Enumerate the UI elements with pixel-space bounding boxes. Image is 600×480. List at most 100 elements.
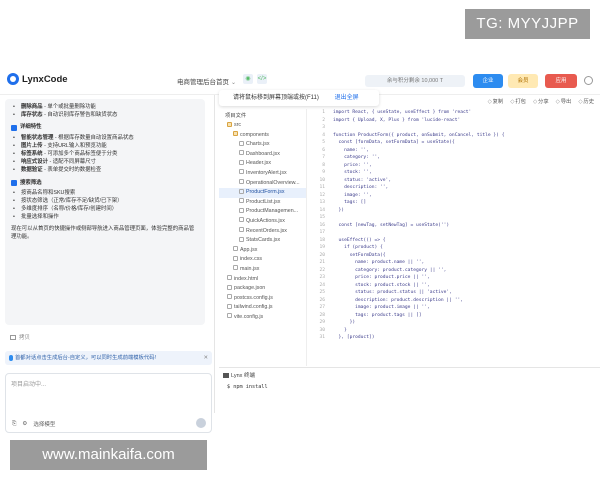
section-heading: 搜索筛选 bbox=[11, 179, 199, 187]
code-line: 14 }) bbox=[319, 207, 345, 213]
folder-icon bbox=[233, 131, 238, 137]
bullet-item: 按状态筛选（正常/库存不足/缺货/已下架） bbox=[11, 197, 199, 205]
file-item[interactable]: vite.config.js bbox=[219, 313, 306, 323]
file-icon bbox=[239, 140, 244, 146]
editor-action-2[interactable]: 分享 bbox=[533, 97, 549, 105]
file-icon bbox=[227, 275, 232, 280]
code-line: 31 }, [product]) bbox=[319, 335, 375, 340]
file-icon bbox=[227, 313, 232, 319]
section-heading: 详细特性 bbox=[11, 123, 199, 131]
file-item[interactable]: package.json bbox=[219, 284, 306, 294]
bullet-item: 多维度排序（名称/价格/库存/创建时间） bbox=[11, 205, 199, 213]
bullet-item: 响应式设计 - 适配不同屏幕尺寸 bbox=[11, 158, 199, 166]
credits-badge: 余与积分剩余 10,000 T bbox=[365, 75, 465, 87]
app-window: LynxCode 电商管理后台首页 ⌄ ◉ </> 余与积分剩余 10,000 T… bbox=[0, 65, 600, 433]
chat-input[interactable]: 项目启动中... ⎘ ⚙ 选择模型 bbox=[5, 373, 212, 433]
document-icon bbox=[11, 124, 17, 131]
input-placeholder: 项目启动中... bbox=[11, 382, 47, 388]
editor-action-3[interactable]: 导出 bbox=[556, 97, 572, 105]
terminal-panel[interactable]: Lynx 终端 $ npm install bbox=[219, 367, 600, 413]
code-line: 19 if (product) { bbox=[319, 245, 383, 250]
terminal-line: $ npm install bbox=[227, 384, 268, 390]
attach-icon[interactable]: ⎘ bbox=[12, 421, 16, 428]
editor-action-4[interactable]: 历史 bbox=[578, 97, 594, 105]
bullet-item: 批量选择和操作 bbox=[11, 213, 199, 221]
code-line: 21 name: product.name || '', bbox=[319, 260, 425, 265]
preview-icon[interactable]: ◉ bbox=[243, 74, 253, 84]
file-icon bbox=[233, 255, 238, 261]
file-item[interactable]: main.jsx bbox=[219, 265, 306, 275]
code-line: 26 description: product.description || '… bbox=[319, 297, 463, 303]
file-item[interactable]: QuickActions.jsx bbox=[219, 217, 306, 227]
code-line: 13 tags: [] bbox=[319, 200, 367, 205]
file-icon bbox=[227, 294, 232, 300]
file-icon bbox=[227, 284, 232, 290]
editor-action-0[interactable]: 复制 bbox=[488, 97, 504, 105]
input-tools: ⎘ ⚙ 选择模型 bbox=[12, 420, 55, 429]
file-item[interactable]: postcss.config.js bbox=[219, 294, 306, 304]
settings-icon[interactable]: ⚙ bbox=[22, 421, 27, 427]
app-name: LynxCode bbox=[22, 73, 68, 85]
watermark-top: TG: MYYJJPP bbox=[465, 9, 590, 39]
bullet-item: 图片上传 - 支持URL输入和预览功能 bbox=[11, 142, 199, 150]
file-icon bbox=[239, 179, 244, 185]
file-item[interactable]: ProductForm.jsx bbox=[219, 188, 306, 198]
notice-bar: 首都对话点击生成后台-自定义，可以同时生成前端模板代码! ✕ bbox=[5, 351, 212, 365]
enterprise-button[interactable]: 企业 bbox=[473, 74, 503, 88]
logo[interactable]: LynxCode bbox=[7, 73, 68, 85]
code-line: 23 price: product.price || '', bbox=[319, 275, 430, 280]
summary-text: 现在可以从首页的快捷操作或侧部导航进入商品管理页面，体验完整的商品管理功能。 bbox=[11, 225, 195, 240]
code-line: 2 import { Upload, X, Plus } from 'lucide… bbox=[322, 117, 461, 123]
file-icon bbox=[227, 303, 232, 309]
send-button[interactable] bbox=[196, 418, 206, 428]
logo-icon bbox=[7, 73, 19, 85]
file-item[interactable]: InventoryAlert.jsx bbox=[219, 169, 306, 179]
code-line: 28 tags: product.tags || [] bbox=[319, 312, 422, 318]
code-line: 24 stock: product.stock || '', bbox=[319, 282, 430, 288]
file-icon bbox=[233, 265, 238, 271]
file-item[interactable]: tailwind.config.js bbox=[219, 303, 306, 313]
file-item[interactable]: ProductList.jsx bbox=[219, 198, 306, 208]
file-item[interactable]: Dashboard.jsx bbox=[219, 150, 306, 160]
file-item[interactable]: Header.jsx bbox=[219, 159, 306, 169]
code-editor[interactable]: 1 import React, { useState, useEffect } f… bbox=[311, 109, 599, 366]
file-item[interactable]: index.html bbox=[219, 275, 306, 285]
copy-button[interactable]: 拷贝 bbox=[10, 333, 30, 341]
file-icon bbox=[239, 207, 244, 213]
exit-fullscreen-link[interactable]: 退出全屏 bbox=[335, 95, 359, 101]
app-button[interactable]: 应用 bbox=[545, 74, 577, 88]
code-line: 17 bbox=[319, 230, 325, 235]
folder-icon bbox=[227, 121, 232, 127]
pin-icon bbox=[9, 355, 13, 361]
assistant-message: 删除商品 - 单个或批量删除功能库存状态 - 自动识别库存警告和缺货状态 详细特… bbox=[5, 99, 205, 325]
code-line: 3 bbox=[322, 125, 325, 130]
editor-action-1[interactable]: 打包 bbox=[510, 97, 526, 105]
folder-item[interactable]: components bbox=[219, 131, 306, 141]
file-item[interactable]: RecentOrders.jsx bbox=[219, 227, 306, 237]
file-item[interactable]: StatsCards.jsx bbox=[219, 236, 306, 246]
notification-icon[interactable] bbox=[584, 76, 593, 85]
file-item[interactable]: index.css bbox=[219, 255, 306, 265]
project-selector[interactable]: 电商管理后台首页 ⌄ bbox=[177, 76, 236, 86]
chevron-down-icon: ⌄ bbox=[231, 80, 237, 86]
code-line: 20 setFormData({ bbox=[319, 252, 386, 258]
code-line: 7 category: '', bbox=[322, 155, 381, 160]
model-select[interactable]: 选择模型 bbox=[33, 420, 55, 428]
code-line: 29 }) bbox=[319, 320, 356, 325]
file-item[interactable]: OperationalOverview... bbox=[219, 179, 306, 189]
file-tree-header: 项目文件 bbox=[225, 113, 247, 119]
editor-panel: 复制打包分享导出历史 项目文件 srccomponentsCharts.jsxD… bbox=[219, 90, 600, 413]
code-icon[interactable]: </> bbox=[257, 74, 267, 84]
vip-button[interactable]: 会员 bbox=[508, 74, 538, 88]
file-item[interactable]: Charts.jsx bbox=[219, 140, 306, 150]
code-line: 5 const [formData, setFormData] = useSta… bbox=[322, 140, 455, 145]
close-icon[interactable]: ✕ bbox=[204, 351, 208, 365]
watermark-bottom: www.mainkaifa.com bbox=[10, 440, 207, 470]
bullet-item: 删除商品 - 单个或批量删除功能 bbox=[11, 103, 199, 111]
file-icon bbox=[239, 236, 244, 242]
folder-item[interactable]: src bbox=[219, 121, 306, 131]
file-item[interactable]: ProductManagemen... bbox=[219, 207, 306, 217]
file-item[interactable]: App.jsx bbox=[219, 246, 306, 256]
terminal-tab[interactable]: Lynx 终端 bbox=[223, 371, 255, 379]
code-line: 4 function ProductForm({ product, onSubmi… bbox=[322, 132, 505, 138]
